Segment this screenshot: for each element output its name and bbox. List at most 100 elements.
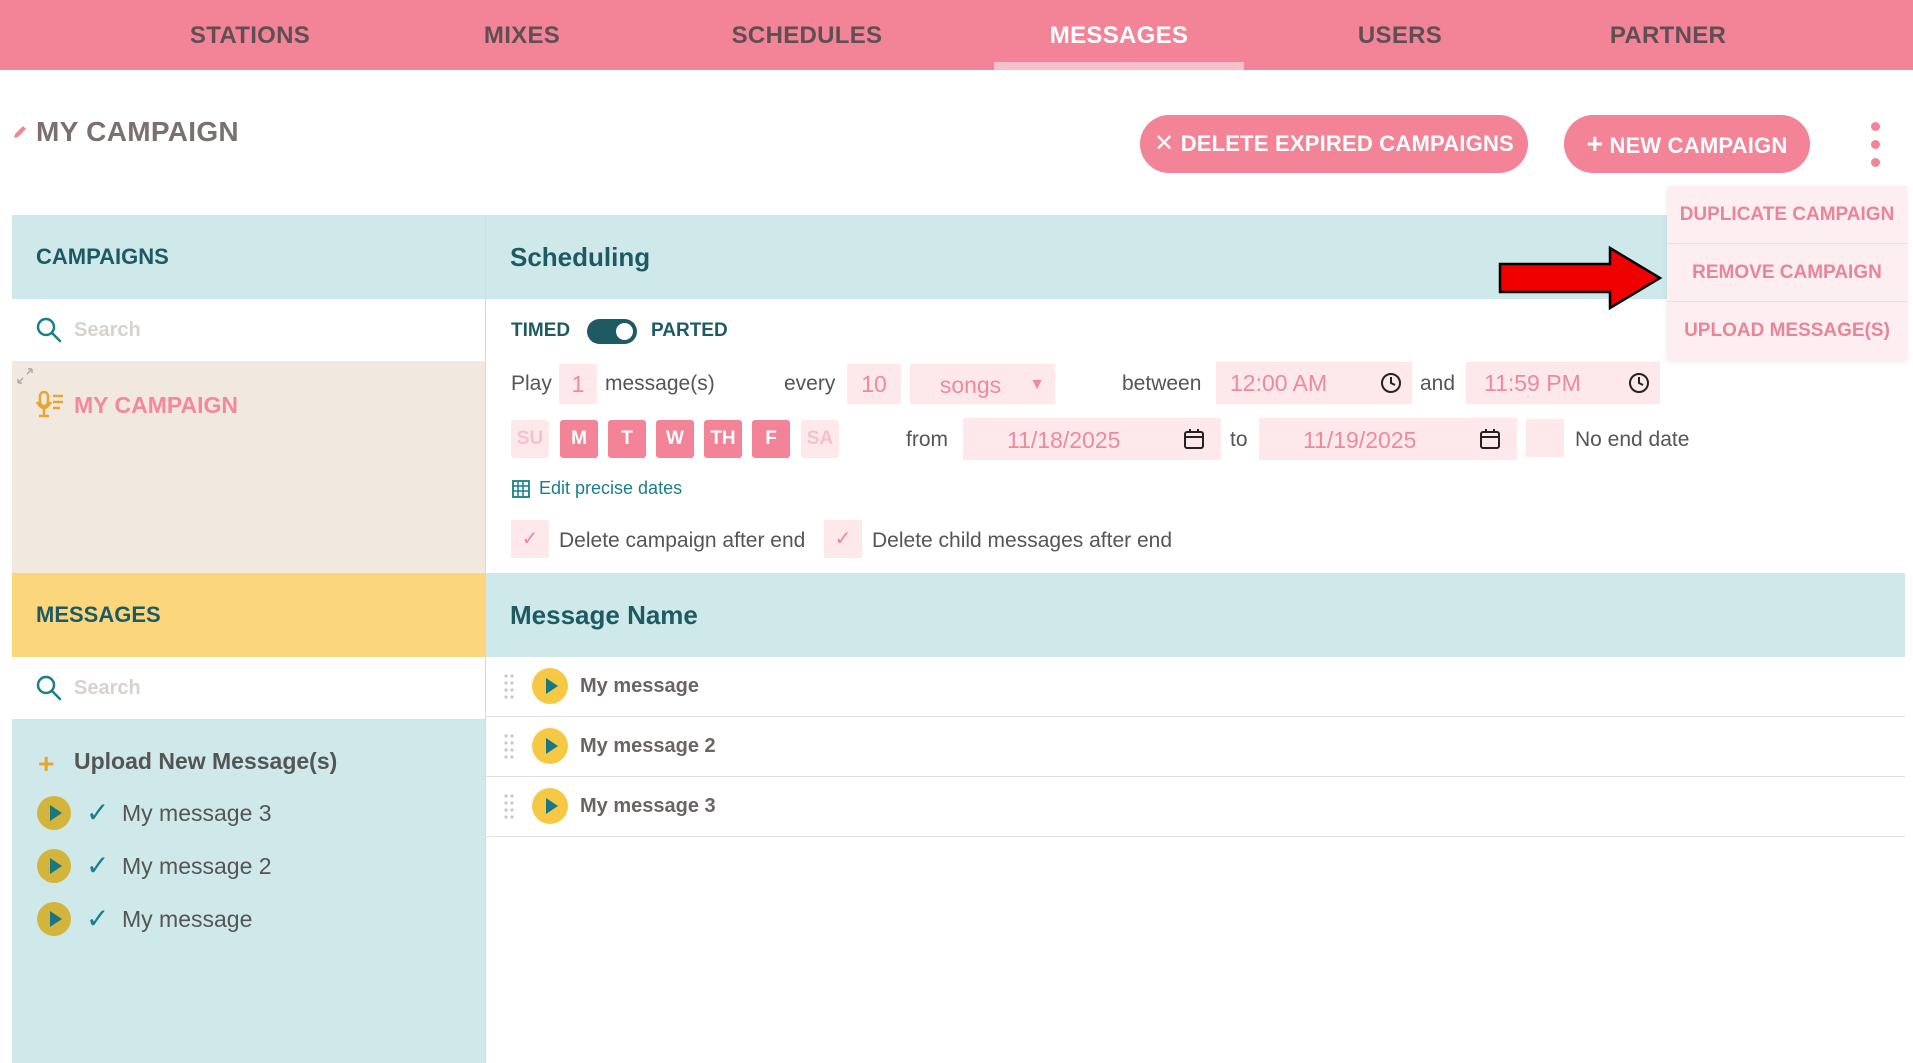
top-nav: STATIONS MIXES SCHEDULES MESSAGES USERS … [0,0,1913,70]
more-options-icon[interactable] [1868,122,1882,170]
check-icon: ✓ [86,850,110,881]
table-row[interactable]: My message 2 [486,717,1905,777]
drag-handle-icon[interactable] [504,733,514,759]
from-label: from [906,428,948,451]
day-wednesday[interactable]: W [656,420,694,458]
every-label: every [784,372,836,395]
no-end-date-checkbox[interactable] [1526,419,1564,457]
every-count-input[interactable]: 10 [847,364,901,404]
tab-schedules[interactable]: SCHEDULES [717,0,897,70]
plus-icon: + [1586,128,1604,159]
calendar-icon [1184,429,1204,449]
drag-handle-icon[interactable] [504,673,514,699]
end-time-value: 11:59 PM [1484,370,1581,396]
unit-select-value: songs [939,372,1002,398]
check-icon: ✓ [86,797,110,828]
day-friday[interactable]: F [752,420,790,458]
to-label: to [1230,428,1248,451]
start-time-input[interactable]: 12:00 AM [1216,362,1412,404]
day-monday[interactable]: M [560,420,598,458]
message-name: My message [580,675,699,697]
from-date-input[interactable]: 11/18/2025 [963,418,1221,460]
unit-select[interactable]: songs ▼ [910,364,1055,404]
campaign-search[interactable]: Search [12,299,485,361]
page-title: MY CAMPAIGN [36,116,239,147]
timed-parted-toggle[interactable] [587,319,637,344]
tab-partner[interactable]: PARTNER [1593,0,1743,70]
menu-item-remove-campaign[interactable]: REMOVE CAMPAIGN [1667,244,1907,302]
to-date-input[interactable]: 11/19/2025 [1259,418,1517,460]
close-icon: ✕ [1154,130,1175,157]
tab-users[interactable]: USERS [1325,0,1475,70]
list-item[interactable]: My message [122,906,252,933]
play-icon[interactable] [532,668,568,704]
toggle-parted-label: PARTED [651,320,728,341]
list-item[interactable]: My message 2 [122,853,272,880]
grid-icon [512,480,530,498]
day-thursday[interactable]: TH [704,420,742,458]
message-name: My message 2 [580,735,716,757]
tab-messages[interactable]: MESSAGES [994,0,1244,70]
table-row[interactable]: My message 3 [486,777,1905,837]
tab-stations[interactable]: STATIONS [175,0,325,70]
play-icon[interactable] [37,902,71,936]
table-row[interactable]: My message [486,657,1905,717]
campaign-microphone-icon [36,390,63,418]
message-table-header: Message Name [486,573,1905,657]
calendar-icon [1480,429,1500,449]
tab-mixes[interactable]: MIXES [447,0,597,70]
plus-icon[interactable]: + [38,750,54,778]
chevron-down-icon: ▼ [1029,376,1045,393]
menu-item-duplicate-campaign[interactable]: DUPLICATE CAMPAIGN [1667,186,1907,244]
upload-new-messages-link[interactable]: Upload New Message(s) [74,748,337,775]
delete-expired-label: DELETE EXPIRED CAMPAIGNS [1180,131,1514,156]
messages-label: message(s) [605,372,715,395]
toggle-timed-label: TIMED [511,320,571,341]
clock-icon [1629,373,1649,393]
active-tab-indicator [994,62,1244,70]
new-campaign-label: NEW CAMPAIGN [1609,133,1788,158]
new-campaign-button[interactable]: + NEW CAMPAIGN [1564,115,1810,173]
check-icon: ✓ [86,903,110,934]
search-icon [36,317,62,343]
play-icon[interactable] [532,728,568,764]
end-time-input[interactable]: 11:59 PM [1466,362,1660,404]
campaigns-heading: CAMPAIGNS [36,244,169,269]
message-search[interactable]: Search [12,657,485,719]
menu-item-upload-messages[interactable]: UPLOAD MESSAGE(S) [1667,302,1907,359]
start-time-value: 12:00 AM [1230,370,1328,396]
messages-heading: MESSAGES [36,602,161,627]
play-label: Play [511,372,552,395]
play-icon[interactable] [37,849,71,883]
delete-children-checkbox[interactable]: ✓ [824,520,862,558]
delete-children-label: Delete child messages after end [872,529,1172,552]
campaigns-header: CAMPAIGNS [12,215,485,299]
message-search-input[interactable]: Search [74,657,141,719]
between-label: between [1122,372,1202,395]
campaign-search-input[interactable]: Search [74,299,141,361]
delete-expired-campaigns-button[interactable]: ✕ DELETE EXPIRED CAMPAIGNS [1140,115,1528,173]
list-item[interactable]: My message 3 [122,800,272,827]
messages-header: MESSAGES [12,573,485,657]
day-saturday[interactable]: SA [801,420,839,458]
play-icon[interactable] [532,788,568,824]
expand-icon[interactable] [16,367,34,385]
clock-icon [1381,373,1401,393]
play-icon[interactable] [37,796,71,830]
day-tuesday[interactable]: T [608,420,646,458]
no-end-date-label: No end date [1575,428,1690,451]
delete-after-end-label: Delete campaign after end [559,529,806,552]
scheduling-heading: Scheduling [510,242,651,272]
red-arrow-annotation [1498,245,1663,311]
play-count-input[interactable]: 1 [559,364,597,404]
search-icon [36,675,62,701]
delete-after-end-checkbox[interactable]: ✓ [511,520,549,558]
drag-handle-icon[interactable] [504,793,514,819]
edit-precise-dates-link[interactable]: Edit precise dates [539,478,682,499]
from-date-value: 11/18/2025 [1007,427,1121,453]
pencil-icon[interactable] [12,124,28,140]
and-label: and [1420,372,1456,395]
message-name-heading: Message Name [510,600,698,630]
day-sunday[interactable]: SU [511,420,549,458]
campaign-item-my-campaign[interactable]: MY CAMPAIGN [74,392,238,419]
